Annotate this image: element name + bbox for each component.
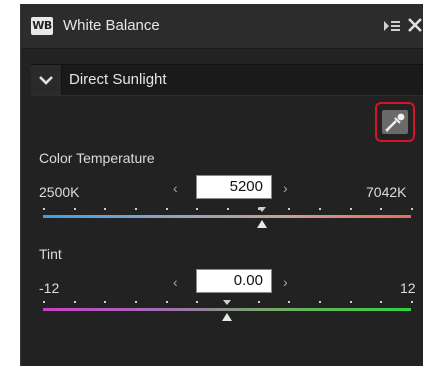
scale-dot	[43, 208, 45, 210]
scale-dot	[165, 208, 168, 210]
temperature-max: 7042K	[366, 184, 407, 200]
tint-slider-track[interactable]	[43, 308, 411, 311]
tint-label: Tint	[39, 246, 62, 262]
scale-dot	[196, 208, 199, 210]
tint-max: 12	[400, 280, 416, 296]
scale-dot	[380, 208, 383, 210]
scale-dot	[135, 208, 137, 210]
temperature-min: 2500K	[39, 184, 80, 200]
panel-title: White Balance	[63, 17, 160, 34]
scale-dot	[104, 208, 107, 210]
temperature-label: Color Temperature	[39, 150, 155, 166]
scale-dot	[135, 301, 137, 303]
scale-dot	[411, 301, 413, 303]
white-balance-panel: WB White Balance Direct Sunlight Color T…	[20, 4, 423, 366]
scale-dot	[43, 301, 45, 303]
tint-increment-button[interactable]: ›	[283, 274, 288, 290]
tint-input[interactable]: 0.00	[196, 269, 272, 293]
preset-dropdown[interactable]: Direct Sunlight	[31, 64, 423, 96]
scale-dot	[196, 301, 199, 303]
default-marker	[257, 207, 266, 212]
scale-dot	[227, 208, 229, 210]
tint-slider-thumb[interactable]	[222, 313, 232, 321]
scale-dot	[288, 301, 291, 303]
temperature-slider-thumb[interactable]	[256, 220, 267, 228]
temperature-slider-track[interactable]	[43, 215, 411, 218]
scale-dot	[165, 301, 168, 303]
temperature-input[interactable]: 5200	[196, 175, 272, 199]
scale-dot	[411, 208, 413, 210]
default-marker	[223, 300, 231, 305]
scale-dot	[349, 208, 352, 210]
gray-point-picker-button[interactable]	[375, 102, 415, 142]
eyedropper-icon	[382, 110, 408, 134]
tint-decrement-button[interactable]: ‹	[173, 274, 178, 290]
scale-dot	[319, 208, 321, 210]
scale-dot	[319, 301, 321, 303]
chevron-down-icon[interactable]	[31, 65, 62, 95]
temperature-decrement-button[interactable]: ‹	[173, 180, 178, 196]
preset-selected: Direct Sunlight	[69, 71, 167, 88]
scale-dot	[288, 208, 291, 210]
scale-dot	[380, 301, 383, 303]
scale-dot	[73, 301, 76, 303]
scale-dot	[104, 301, 107, 303]
scale-dot	[73, 208, 76, 210]
tint-min: -12	[39, 280, 60, 296]
wb-badge: WB	[31, 17, 53, 35]
panel-menu-icon[interactable]	[383, 18, 401, 34]
close-icon[interactable]	[407, 17, 423, 33]
scale-dot	[257, 301, 260, 303]
panel-header: WB White Balance	[21, 4, 423, 49]
scale-dot	[349, 301, 352, 303]
temperature-increment-button[interactable]: ›	[283, 180, 288, 196]
